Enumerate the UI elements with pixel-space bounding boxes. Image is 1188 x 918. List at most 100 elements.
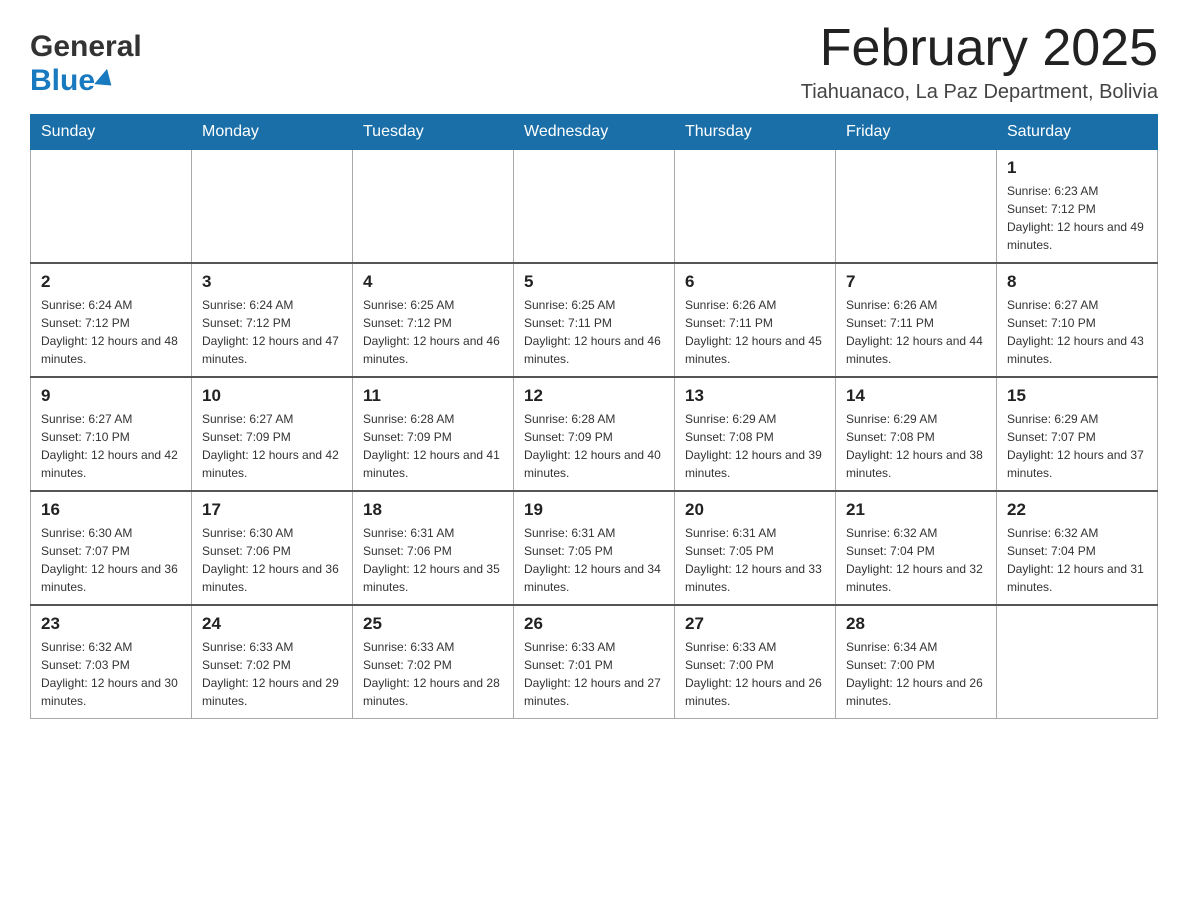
day-info: Sunrise: 6:33 AM Sunset: 7:00 PM Dayligh… <box>685 638 825 710</box>
calendar-week-row: 9 Sunrise: 6:27 AM Sunset: 7:10 PM Daylig… <box>31 377 1158 491</box>
day-info: Sunrise: 6:30 AM Sunset: 7:07 PM Dayligh… <box>41 524 181 596</box>
day-info: Sunrise: 6:29 AM Sunset: 7:07 PM Dayligh… <box>1007 410 1147 482</box>
day-info: Sunrise: 6:32 AM Sunset: 7:04 PM Dayligh… <box>846 524 986 596</box>
calendar-cell: 22Sunrise: 6:32 AM Sunset: 7:04 PM Dayli… <box>997 491 1158 605</box>
day-number: 7 <box>846 272 986 292</box>
calendar-cell: 19 Sunrise: 6:31 AM Sunset: 7:05 PM Dayli… <box>514 491 675 605</box>
day-number: 2 <box>41 272 181 292</box>
calendar-cell: 27Sunrise: 6:33 AM Sunset: 7:00 PM Dayli… <box>675 605 836 719</box>
calendar-cell: 9 Sunrise: 6:27 AM Sunset: 7:10 PM Daylig… <box>31 377 192 491</box>
page-header: General Blue February 2025 Tiahuanaco, L… <box>30 20 1158 104</box>
logo-blue-text: Blue <box>30 64 95 98</box>
day-number: 15 <box>1007 386 1147 406</box>
day-info: Sunrise: 6:24 AM Sunset: 7:12 PM Dayligh… <box>202 296 342 368</box>
day-number: 25 <box>363 614 503 634</box>
day-info: Sunrise: 6:26 AM Sunset: 7:11 PM Dayligh… <box>846 296 986 368</box>
day-info: Sunrise: 6:31 AM Sunset: 7:05 PM Dayligh… <box>685 524 825 596</box>
day-info: Sunrise: 6:27 AM Sunset: 7:10 PM Dayligh… <box>1007 296 1147 368</box>
calendar-cell <box>514 150 675 264</box>
calendar-cell <box>192 150 353 264</box>
calendar-cell: 11 Sunrise: 6:28 AM Sunset: 7:09 PM Dayli… <box>353 377 514 491</box>
day-number: 13 <box>685 386 825 406</box>
calendar-cell: 15 Sunrise: 6:29 AM Sunset: 7:07 PM Dayli… <box>997 377 1158 491</box>
logo: General Blue <box>30 30 142 98</box>
day-number: 17 <box>202 500 342 520</box>
calendar-cell: 23 Sunrise: 6:32 AM Sunset: 7:03 PM Dayli… <box>31 605 192 719</box>
day-number: 8 <box>1007 272 1147 292</box>
day-number: 10 <box>202 386 342 406</box>
logo-general: General <box>30 30 142 64</box>
calendar-cell: 20Sunrise: 6:31 AM Sunset: 7:05 PM Dayli… <box>675 491 836 605</box>
day-info: Sunrise: 6:25 AM Sunset: 7:12 PM Dayligh… <box>363 296 503 368</box>
day-number: 22 <box>1007 500 1147 520</box>
day-info: Sunrise: 6:29 AM Sunset: 7:08 PM Dayligh… <box>846 410 986 482</box>
column-header-thursday: Thursday <box>675 115 836 150</box>
day-number: 4 <box>363 272 503 292</box>
calendar-cell: 6 Sunrise: 6:26 AM Sunset: 7:11 PM Daylig… <box>675 263 836 377</box>
day-info: Sunrise: 6:25 AM Sunset: 7:11 PM Dayligh… <box>524 296 664 368</box>
day-number: 12 <box>524 386 664 406</box>
calendar-week-row: 16 Sunrise: 6:30 AM Sunset: 7:07 PM Dayli… <box>31 491 1158 605</box>
calendar-cell: 17 Sunrise: 6:30 AM Sunset: 7:06 PM Dayli… <box>192 491 353 605</box>
day-number: 11 <box>363 386 503 406</box>
logo-blue-row: Blue <box>30 64 142 98</box>
day-number: 23 <box>41 614 181 634</box>
calendar-cell: 14 Sunrise: 6:29 AM Sunset: 7:08 PM Dayli… <box>836 377 997 491</box>
calendar-cell: 24 Sunrise: 6:33 AM Sunset: 7:02 PM Dayli… <box>192 605 353 719</box>
day-number: 5 <box>524 272 664 292</box>
calendar-table: SundayMondayTuesdayWednesdayThursdayFrid… <box>30 114 1158 719</box>
calendar-cell: 21 Sunrise: 6:32 AM Sunset: 7:04 PM Dayli… <box>836 491 997 605</box>
day-info: Sunrise: 6:24 AM Sunset: 7:12 PM Dayligh… <box>41 296 181 368</box>
calendar-cell <box>675 150 836 264</box>
day-info: Sunrise: 6:30 AM Sunset: 7:06 PM Dayligh… <box>202 524 342 596</box>
calendar-cell: 10Sunrise: 6:27 AM Sunset: 7:09 PM Dayli… <box>192 377 353 491</box>
day-number: 21 <box>846 500 986 520</box>
calendar-cell: 28 Sunrise: 6:34 AM Sunset: 7:00 PM Dayli… <box>836 605 997 719</box>
calendar-cell <box>31 150 192 264</box>
column-header-tuesday: Tuesday <box>353 115 514 150</box>
calendar-cell: 26Sunrise: 6:33 AM Sunset: 7:01 PM Dayli… <box>514 605 675 719</box>
location-subtitle: Tiahuanaco, La Paz Department, Bolivia <box>801 81 1158 104</box>
calendar-cell: 13 Sunrise: 6:29 AM Sunset: 7:08 PM Dayli… <box>675 377 836 491</box>
calendar-cell: 5 Sunrise: 6:25 AM Sunset: 7:11 PM Daylig… <box>514 263 675 377</box>
calendar-cell <box>997 605 1158 719</box>
calendar-cell: 4 Sunrise: 6:25 AM Sunset: 7:12 PM Daylig… <box>353 263 514 377</box>
day-info: Sunrise: 6:23 AM Sunset: 7:12 PM Dayligh… <box>1007 182 1147 254</box>
day-info: Sunrise: 6:28 AM Sunset: 7:09 PM Dayligh… <box>363 410 503 482</box>
day-info: Sunrise: 6:33 AM Sunset: 7:02 PM Dayligh… <box>363 638 503 710</box>
calendar-cell: 1Sunrise: 6:23 AM Sunset: 7:12 PM Daylig… <box>997 150 1158 264</box>
day-info: Sunrise: 6:31 AM Sunset: 7:05 PM Dayligh… <box>524 524 664 596</box>
day-info: Sunrise: 6:27 AM Sunset: 7:10 PM Dayligh… <box>41 410 181 482</box>
calendar-week-row: 2 Sunrise: 6:24 AM Sunset: 7:12 PM Daylig… <box>31 263 1158 377</box>
month-title: February 2025 <box>801 20 1158 77</box>
calendar-week-row: 23 Sunrise: 6:32 AM Sunset: 7:03 PM Dayli… <box>31 605 1158 719</box>
day-number: 9 <box>41 386 181 406</box>
column-header-wednesday: Wednesday <box>514 115 675 150</box>
day-number: 6 <box>685 272 825 292</box>
calendar-cell: 2 Sunrise: 6:24 AM Sunset: 7:12 PM Daylig… <box>31 263 192 377</box>
calendar-cell: 16 Sunrise: 6:30 AM Sunset: 7:07 PM Dayli… <box>31 491 192 605</box>
day-number: 24 <box>202 614 342 634</box>
day-number: 16 <box>41 500 181 520</box>
calendar-cell: 8 Sunrise: 6:27 AM Sunset: 7:10 PM Daylig… <box>997 263 1158 377</box>
day-number: 3 <box>202 272 342 292</box>
day-number: 19 <box>524 500 664 520</box>
day-number: 28 <box>846 614 986 634</box>
column-header-friday: Friday <box>836 115 997 150</box>
day-info: Sunrise: 6:33 AM Sunset: 7:02 PM Dayligh… <box>202 638 342 710</box>
day-info: Sunrise: 6:26 AM Sunset: 7:11 PM Dayligh… <box>685 296 825 368</box>
day-info: Sunrise: 6:29 AM Sunset: 7:08 PM Dayligh… <box>685 410 825 482</box>
column-header-saturday: Saturday <box>997 115 1158 150</box>
calendar-cell <box>836 150 997 264</box>
day-number: 26 <box>524 614 664 634</box>
calendar-header-row: SundayMondayTuesdayWednesdayThursdayFrid… <box>31 115 1158 150</box>
day-number: 18 <box>363 500 503 520</box>
day-info: Sunrise: 6:32 AM Sunset: 7:03 PM Dayligh… <box>41 638 181 710</box>
day-info: Sunrise: 6:31 AM Sunset: 7:06 PM Dayligh… <box>363 524 503 596</box>
logo-arrow-icon <box>94 69 118 93</box>
day-info: Sunrise: 6:28 AM Sunset: 7:09 PM Dayligh… <box>524 410 664 482</box>
column-header-monday: Monday <box>192 115 353 150</box>
calendar-cell: 12 Sunrise: 6:28 AM Sunset: 7:09 PM Dayli… <box>514 377 675 491</box>
day-info: Sunrise: 6:34 AM Sunset: 7:00 PM Dayligh… <box>846 638 986 710</box>
day-number: 14 <box>846 386 986 406</box>
